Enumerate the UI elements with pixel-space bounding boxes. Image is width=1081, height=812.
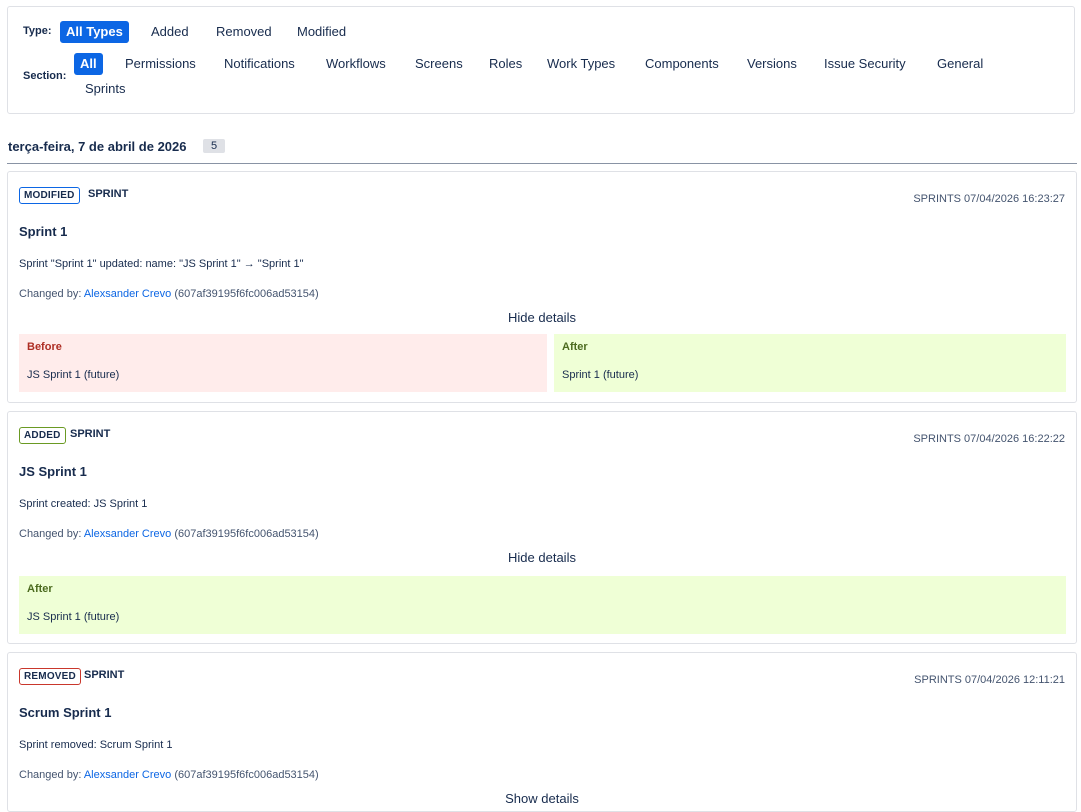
change-type-badge: ADDED [19,427,66,444]
changed-by-label: Changed by: [19,769,82,781]
entry-description: Sprint "Sprint 1" updated: name: "JS Spr… [19,258,304,270]
change-type-badge: REMOVED [19,668,81,685]
entry-section-timestamp: SPRINTS 07/04/2026 16:23:27 [913,193,1065,205]
entity-type-label: SPRINT [84,669,125,681]
user-link[interactable]: Alexsander Crevo [84,288,171,300]
section-filter-issue-security[interactable]: Issue Security [818,53,912,75]
type-filter-label: Type: [23,25,52,37]
before-label: Before [27,341,62,353]
section-filter-all[interactable]: All [74,53,103,75]
toggle-details-button[interactable]: Hide details [8,550,1076,565]
section-filter-screens[interactable]: Screens [409,53,469,75]
type-filter-added[interactable]: Added [145,21,195,43]
user-link[interactable]: Alexsander Crevo [84,528,171,540]
after-value: Sprint 1 (future) [562,369,639,381]
user-link[interactable]: Alexsander Crevo [84,769,171,781]
change-type-badge: MODIFIED [19,187,80,204]
entry-section-timestamp: SPRINTS 07/04/2026 12:11:21 [914,674,1065,686]
changelog-entry: ADDED SPRINT SPRINTS 07/04/2026 16:22:22… [7,411,1077,644]
after-panel: After Sprint 1 (future) [554,334,1066,392]
user-id: (607af39195f6fc006ad53154) [174,769,319,781]
after-label: After [27,583,53,595]
user-id: (607af39195f6fc006ad53154) [174,288,319,300]
section-filter-notifications[interactable]: Notifications [218,53,301,75]
entity-type-label: SPRINT [88,188,129,200]
entry-title: Sprint 1 [19,224,68,239]
toggle-details-button[interactable]: Show details [8,791,1076,806]
section-filter-roles[interactable]: Roles [483,53,528,75]
entry-title: Scrum Sprint 1 [19,705,112,720]
section-filter-components[interactable]: Components [639,53,725,75]
filter-panel: Type: All Types Added Removed Modified S… [7,6,1075,114]
type-filter-removed[interactable]: Removed [210,21,278,43]
changelog-entry: REMOVED SPRINT SPRINTS 07/04/2026 12:11:… [7,652,1077,812]
changed-by: Changed by: Alexsander Crevo (607af39195… [19,528,319,540]
changed-by-label: Changed by: [19,528,82,540]
user-id: (607af39195f6fc006ad53154) [174,528,319,540]
date-group-count-badge: 5 [203,139,225,153]
section-filter-workflows[interactable]: Workflows [320,53,392,75]
date-group-header: terça-feira, 7 de abril de 2026 5 [7,137,1077,164]
entry-title: JS Sprint 1 [19,464,87,479]
before-panel: Before JS Sprint 1 (future) [19,334,547,392]
section-filter-work-types[interactable]: Work Types [541,53,621,75]
entry-description: Sprint created: JS Sprint 1 [19,498,148,510]
section-filter-label: Section: [23,70,67,82]
type-filter-all-types[interactable]: All Types [60,21,129,43]
changed-by: Changed by: Alexsander Crevo (607af39195… [19,288,319,300]
section-filter-versions[interactable]: Versions [741,53,803,75]
date-group-title: terça-feira, 7 de abril de 2026 [8,139,187,154]
before-value: JS Sprint 1 (future) [27,369,120,381]
entry-section-timestamp: SPRINTS 07/04/2026 16:22:22 [913,433,1065,445]
changed-by-label: Changed by: [19,288,82,300]
entry-description: Sprint removed: Scrum Sprint 1 [19,739,173,751]
type-filter-modified[interactable]: Modified [291,21,352,43]
after-panel: After JS Sprint 1 (future) [19,576,1066,634]
changed-by: Changed by: Alexsander Crevo (607af39195… [19,769,319,781]
section-filter-general[interactable]: General [931,53,989,75]
entity-type-label: SPRINT [70,428,111,440]
after-label: After [562,341,588,353]
toggle-details-button[interactable]: Hide details [8,310,1076,325]
section-filter-permissions[interactable]: Permissions [119,53,202,75]
changelog-entry: MODIFIED SPRINT SPRINTS 07/04/2026 16:23… [7,171,1077,403]
section-filter-sprints[interactable]: Sprints [79,78,131,100]
after-value: JS Sprint 1 (future) [27,611,120,623]
